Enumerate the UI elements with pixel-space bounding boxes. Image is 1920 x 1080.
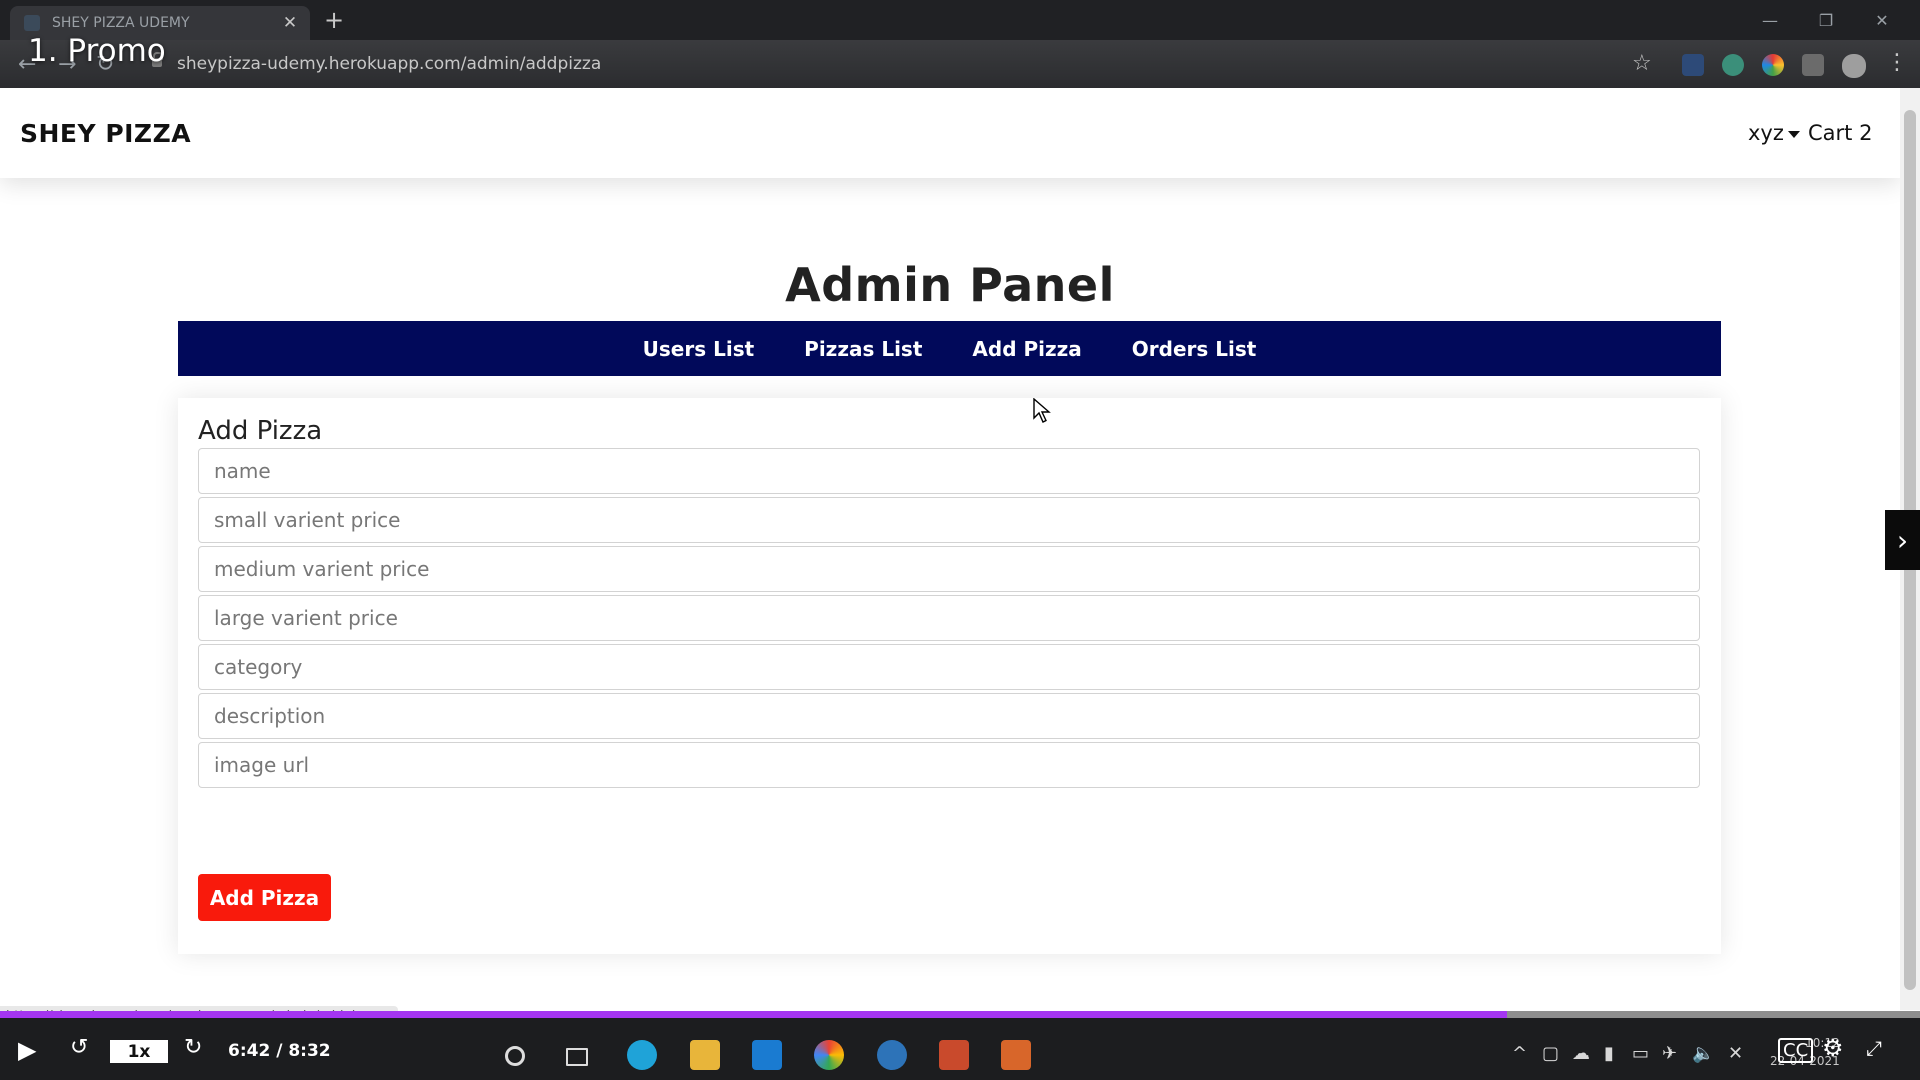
tab-orders-list[interactable]: Orders List — [1132, 337, 1257, 361]
puzzle-icon[interactable] — [1802, 54, 1824, 76]
large-price-input[interactable]: large varient price — [198, 595, 1700, 641]
task-view-icon[interactable] — [566, 1048, 588, 1066]
vscode-icon[interactable] — [752, 1040, 782, 1070]
extension-icon[interactable] — [1682, 54, 1704, 76]
battery-icon[interactable]: ▭ — [1632, 1043, 1649, 1064]
favicon-icon — [24, 15, 40, 31]
gear-icon[interactable]: ⚙ — [1822, 1034, 1844, 1062]
lecture-title-overlay: 1. Promo — [28, 33, 166, 69]
color-picker-icon[interactable] — [1762, 54, 1784, 76]
window-close-icon[interactable]: ✕ — [1854, 2, 1910, 38]
chevron-up-icon[interactable]: ^ — [1512, 1043, 1527, 1064]
tab-users-list[interactable]: Users List — [643, 337, 755, 361]
web-page: SHEY PIZZA xyz Cart 2 Admin Panel Users … — [0, 88, 1900, 1010]
brand-logo[interactable]: SHEY PIZZA — [20, 119, 191, 148]
small-price-input[interactable]: small varient price — [198, 497, 1700, 543]
airplane-icon[interactable]: ✈ — [1662, 1043, 1677, 1064]
close-icon[interactable]: ✕ — [280, 13, 300, 33]
image-url-input[interactable]: image url — [198, 742, 1700, 788]
mouse-cursor-icon — [1033, 397, 1053, 428]
form-title: Add Pizza — [198, 416, 323, 446]
rewind-icon[interactable]: ↺ — [70, 1035, 88, 1060]
microphone-icon[interactable]: ▮ — [1604, 1043, 1614, 1064]
tray-icon[interactable]: ▢ — [1542, 1043, 1559, 1064]
volume-icon[interactable]: 🔈 — [1692, 1043, 1714, 1064]
browser-tab-strip: SHEY PIZZA UDEMY ✕ + — ❐ ✕ — [0, 0, 1920, 40]
tab-pizzas-list[interactable]: Pizzas List — [804, 337, 922, 361]
cortana-icon[interactable] — [505, 1046, 525, 1066]
chrome-icon[interactable] — [814, 1040, 844, 1070]
edge-icon[interactable] — [627, 1040, 657, 1070]
playback-speed-button[interactable]: 1x — [110, 1040, 168, 1063]
minimize-icon[interactable]: — — [1742, 2, 1798, 38]
new-tab-icon[interactable]: + — [324, 6, 344, 34]
more-menu-icon[interactable]: ⋮ — [1886, 50, 1908, 75]
tab-add-pizza[interactable]: Add Pizza — [972, 337, 1081, 361]
extension-icon[interactable] — [1722, 54, 1744, 76]
bookmark-star-icon[interactable]: ☆ — [1632, 51, 1652, 76]
captions-icon[interactable]: CC — [1778, 1038, 1814, 1063]
app-icon[interactable] — [1001, 1040, 1031, 1070]
mute-icon[interactable]: ✕ — [1728, 1043, 1743, 1064]
address-bar[interactable]: sheypizza-udemy.herokuapp.com/admin/addp… — [177, 54, 601, 74]
window-controls: — ❐ ✕ — [1742, 2, 1910, 38]
page-title: Admin Panel — [785, 258, 1115, 312]
video-progress-bar[interactable] — [0, 1011, 1920, 1018]
add-pizza-button[interactable]: Add Pizza — [198, 874, 331, 921]
play-icon[interactable]: ▶ — [18, 1036, 36, 1064]
file-explorer-icon[interactable] — [690, 1040, 720, 1070]
cloud-icon[interactable]: ☁ — [1572, 1043, 1590, 1064]
admin-nav-bar: Users List Pizzas List Add Pizza Orders … — [178, 321, 1721, 376]
app-icon[interactable] — [877, 1040, 907, 1070]
forward-skip-icon[interactable]: ↻ — [184, 1035, 202, 1060]
restore-icon[interactable]: ❐ — [1798, 2, 1854, 38]
caret-down-icon — [1787, 130, 1800, 138]
tab-title: SHEY PIZZA UDEMY — [52, 15, 190, 31]
category-input[interactable]: category — [198, 644, 1700, 690]
add-pizza-card: Add Pizza name small varient price mediu… — [178, 398, 1721, 954]
name-input[interactable]: name — [198, 448, 1700, 494]
user-name: xyz — [1748, 121, 1784, 145]
user-dropdown[interactable]: xyz — [1748, 121, 1800, 145]
medium-price-input[interactable]: medium varient price — [198, 546, 1700, 592]
cart-link[interactable]: Cart 2 — [1808, 121, 1872, 145]
fullscreen-icon[interactable]: ⤢ — [1866, 1036, 1882, 1060]
video-progress-fill — [0, 1011, 1508, 1018]
playback-time: 6:42 / 8:32 — [228, 1041, 331, 1061]
avatar[interactable] — [1842, 54, 1866, 78]
site-navbar: SHEY PIZZA xyz Cart 2 — [0, 88, 1900, 178]
chevron-right-icon[interactable]: › — [1885, 510, 1920, 570]
powerpoint-icon[interactable] — [939, 1040, 969, 1070]
description-input[interactable]: description — [198, 693, 1700, 739]
